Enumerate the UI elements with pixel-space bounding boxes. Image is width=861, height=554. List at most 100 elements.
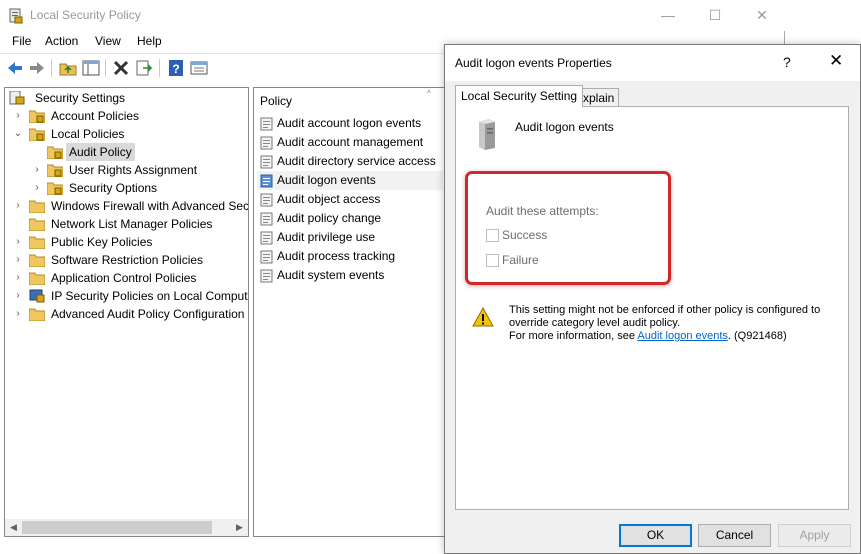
tree-item-local-policies[interactable]: ⌄ Local Policies xyxy=(5,125,245,143)
list-item[interactable]: Audit system events xyxy=(257,266,443,285)
tree-item-windows-firewall[interactable]: › Windows Firewall with Advanced Secu xyxy=(5,197,248,215)
list-item-label: Audit policy change xyxy=(277,211,382,225)
expand-arrow-icon[interactable]: › xyxy=(13,107,23,125)
folder-icon xyxy=(29,308,45,321)
policy-column-header[interactable]: Policy xyxy=(260,94,292,108)
policy-icon xyxy=(260,136,273,150)
policy-icon xyxy=(260,250,273,264)
policy-icon xyxy=(260,193,273,207)
audit-logon-events-link[interactable]: Audit logon events xyxy=(637,330,728,342)
tree-item-label: Public Key Policies xyxy=(51,235,153,249)
expand-arrow-icon[interactable]: › xyxy=(13,305,23,323)
list-item-label: Audit account logon events xyxy=(277,116,422,130)
list-item[interactable]: Audit object access xyxy=(257,190,443,209)
svg-text:?: ? xyxy=(172,62,179,76)
menu-file[interactable]: File xyxy=(12,34,31,48)
list-item[interactable]: Audit privilege use xyxy=(257,228,443,247)
policy-list-pane[interactable]: Policy ^ Audit account logon events Audi… xyxy=(253,87,445,537)
warning-line: This setting might not be enforced if ot… xyxy=(509,304,821,316)
tree-item-audit-policy[interactable]: Audit Policy xyxy=(5,143,245,161)
tree-item-security-settings[interactable]: Security Settings xyxy=(9,89,248,107)
tree-item-label: Windows Firewall with Advanced Secu xyxy=(51,199,249,213)
delete-icon[interactable] xyxy=(111,58,131,78)
tree-item-software-restriction[interactable]: › Software Restriction Policies xyxy=(5,251,245,269)
red-highlight-annotation xyxy=(465,171,671,285)
expand-arrow-icon[interactable]: › xyxy=(32,161,42,179)
tree-item-public-key-policies[interactable]: › Public Key Policies xyxy=(5,233,245,251)
tree-item-account-policies[interactable]: › Account Policies xyxy=(5,107,245,125)
tree-item-advanced-audit[interactable]: › Advanced Audit Policy Configuration xyxy=(5,305,245,323)
folder-icon xyxy=(29,254,45,267)
maximize-button[interactable]: ☐ xyxy=(692,0,738,31)
ok-button[interactable]: OK xyxy=(619,524,692,547)
warning-suffix: . (Q921468) xyxy=(727,330,787,342)
properties-icon[interactable] xyxy=(189,58,209,78)
list-item[interactable]: Audit account logon events xyxy=(257,114,443,133)
title-bar[interactable]: Local Security Policy — ☐ ✕ xyxy=(0,0,785,31)
horizontal-scrollbar[interactable]: ◀ ▶ xyxy=(5,519,248,536)
tree-item-label: Security Options xyxy=(69,181,158,195)
folder-icon xyxy=(29,272,45,285)
toolbar-separator xyxy=(51,59,52,77)
scrollbar-thumb[interactable] xyxy=(22,521,212,534)
apply-button[interactable]: Apply xyxy=(778,524,851,547)
cancel-button[interactable]: Cancel xyxy=(698,524,771,547)
tree-item-label: Network List Manager Policies xyxy=(51,217,213,231)
scroll-left-icon[interactable]: ◀ xyxy=(5,519,22,536)
close-button[interactable]: ✕ xyxy=(739,0,785,31)
expand-arrow-icon[interactable]: › xyxy=(13,269,23,287)
tab-local-security-setting[interactable]: Local Security Setting xyxy=(455,85,584,107)
policy-icon xyxy=(260,174,273,188)
list-item[interactable]: Audit directory service access xyxy=(257,152,443,171)
policy-icon xyxy=(260,269,273,283)
export-list-icon[interactable] xyxy=(134,58,154,78)
dialog-title: Audit logon events Properties xyxy=(455,56,612,70)
list-item-label: Audit directory service access xyxy=(277,154,436,168)
expand-arrow-icon[interactable]: › xyxy=(32,179,42,197)
window-title: Local Security Policy xyxy=(30,8,141,22)
show-hide-tree-icon[interactable] xyxy=(81,58,101,78)
tree-item-label: User Rights Assignment xyxy=(69,163,198,177)
warning-prefix: For more information, see xyxy=(509,330,638,342)
folder-icon xyxy=(29,236,45,249)
menu-action[interactable]: Action xyxy=(45,34,78,48)
list-item[interactable]: Audit policy change xyxy=(257,209,443,228)
up-folder-icon[interactable] xyxy=(58,58,78,78)
collapse-arrow-icon[interactable]: ⌄ xyxy=(13,125,23,143)
tree-item-ip-security[interactable]: › IP Security Policies on Local Compute xyxy=(5,287,248,305)
policy-icon xyxy=(260,155,273,169)
warning-line: override category level audit policy. xyxy=(509,317,680,329)
expand-arrow-icon[interactable]: › xyxy=(13,251,23,269)
dialog-title-bar[interactable]: Audit logon events Properties ? ✕ xyxy=(445,45,860,81)
expand-arrow-icon[interactable]: › xyxy=(13,233,23,251)
warning-message: This setting might not be enforced if ot… xyxy=(509,304,839,343)
tree-item-network-list-manager[interactable]: Network List Manager Policies xyxy=(5,215,245,233)
minimize-button[interactable]: — xyxy=(645,0,691,31)
scroll-right-icon[interactable]: ▶ xyxy=(231,519,248,536)
tree-item-security-options[interactable]: › Security Options xyxy=(5,179,245,197)
tree-item-user-rights-assignment[interactable]: › User Rights Assignment xyxy=(5,161,245,179)
locked-folder-icon xyxy=(47,146,63,159)
tree-item-label: IP Security Policies on Local Compute xyxy=(51,289,249,303)
list-item-selected[interactable]: Audit logon events xyxy=(257,171,443,190)
locked-folder-icon xyxy=(47,182,63,195)
back-arrow-icon[interactable] xyxy=(5,58,25,78)
menu-view[interactable]: View xyxy=(95,34,121,48)
tree-item-application-control[interactable]: › Application Control Policies xyxy=(5,269,245,287)
list-item[interactable]: Audit process tracking xyxy=(257,247,443,266)
list-item[interactable]: Audit account management xyxy=(257,133,443,152)
tree-item-label: Account Policies xyxy=(51,109,140,123)
toolbar-separator xyxy=(159,59,160,77)
server-icon xyxy=(479,119,495,150)
expand-arrow-icon[interactable]: › xyxy=(13,287,23,305)
help-button[interactable]: ? xyxy=(783,54,791,70)
menu-help[interactable]: Help xyxy=(137,34,162,48)
tree-pane[interactable]: Security Settings › Account Policies ⌄ L… xyxy=(4,87,249,537)
help-icon[interactable]: ? xyxy=(166,58,186,78)
policy-icon xyxy=(260,231,273,245)
tree-item-label: Software Restriction Policies xyxy=(51,253,204,267)
expand-arrow-icon[interactable]: › xyxy=(13,197,23,215)
dialog-close-button[interactable]: ✕ xyxy=(829,51,843,71)
forward-arrow-icon[interactable] xyxy=(27,58,47,78)
tree-item-label: Audit Policy xyxy=(66,143,135,161)
